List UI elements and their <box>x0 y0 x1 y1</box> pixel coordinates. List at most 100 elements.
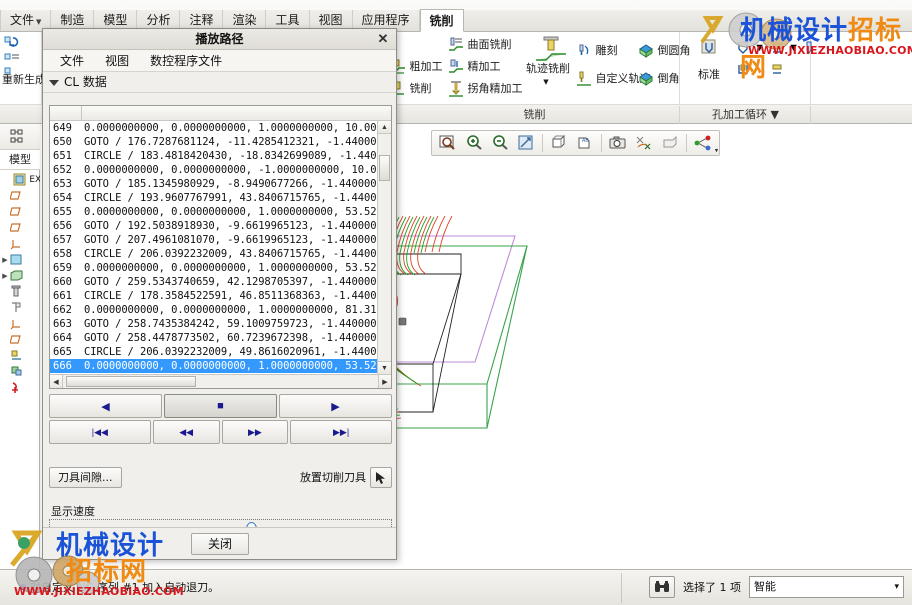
play-button[interactable]: ▶ <box>279 394 392 418</box>
rewind-button[interactable]: ◀◀ <box>152 420 220 444</box>
chevron-down-icon[interactable]: ▼ <box>788 42 799 54</box>
cmd-surface-milling[interactable]: 曲面铣削 <box>448 36 512 53</box>
standard-drill-icon[interactable] <box>696 38 722 64</box>
tool-clearance-button[interactable]: 刀具间隙... <box>49 467 122 488</box>
counterbore-icon[interactable] <box>769 62 785 78</box>
tree-item-nc-sequence-2[interactable] <box>0 364 40 380</box>
zoom-out-button[interactable] <box>488 132 512 154</box>
play-path-dialog[interactable]: 播放路径 ✕ 文件 视图 数控程序文件 CL 数据 649 0.00000000… <box>42 28 397 560</box>
chevron-down-icon[interactable]: ▼ <box>754 42 765 54</box>
cl-horizontal-scrollbar[interactable]: ◀ ▶ <box>50 374 391 388</box>
selection-tool-button[interactable] <box>649 576 675 598</box>
scrollbar-thumb[interactable] <box>379 155 390 181</box>
place-cutting-tool-button[interactable] <box>370 467 392 488</box>
cmd-finish-machining[interactable]: 精加工 <box>448 58 501 75</box>
model-tree-tab[interactable]: 模型 <box>0 150 40 170</box>
table-row[interactable]: 659 0.0000000000, 0.0000000000, 1.000000… <box>50 261 377 275</box>
tree-item-coord-system[interactable] <box>0 236 40 252</box>
tree-item-operation[interactable] <box>0 300 40 316</box>
drill-cycle2-icon[interactable] <box>735 62 751 78</box>
cmd-engrave[interactable]: 雕刻 <box>576 42 618 59</box>
tree-item-insert-here[interactable] <box>0 380 40 396</box>
tree-item-part[interactable]: EXT <box>0 172 40 188</box>
table-row[interactable]: 665 CIRCLE / 206.0392232009, 49.861602096… <box>50 345 377 359</box>
part-icon <box>13 173 26 186</box>
display-style-button[interactable]: ▾ <box>547 132 718 154</box>
dialog-menu-file[interactable]: 文件 <box>51 50 93 72</box>
selection-filter-combo[interactable]: 智能 ▾ <box>749 576 904 598</box>
dialog-menu-nc-program-file[interactable]: 数控程序文件 <box>141 50 231 72</box>
zoom-in-button[interactable] <box>462 132 486 154</box>
tree-item-workpiece-1[interactable]: ▶ <box>0 252 40 268</box>
table-row[interactable]: 649 0.0000000000, 0.0000000000, 1.000000… <box>50 121 377 135</box>
tree-expander[interactable]: ▶ <box>0 252 10 268</box>
finish-machining-icon <box>448 59 464 75</box>
table-row[interactable]: 650 GOTO / 176.7287681124, -11.4285412321… <box>50 135 377 149</box>
table-row[interactable]: 664 GOTO / 258.4478773502, 60.7239672398,… <box>50 331 377 345</box>
scroll-left-icon[interactable]: ◀ <box>50 375 63 388</box>
tree-item-datum-plane-1[interactable] <box>0 188 40 204</box>
view-manager-button[interactable] <box>691 132 715 154</box>
tree-item-datum-plane-3[interactable] <box>0 220 40 236</box>
step-back-button[interactable]: ◀ <box>49 394 162 418</box>
chevron-down-icon[interactable]: ▾ <box>894 577 899 597</box>
table-row[interactable]: 652 0.0000000000, 0.0000000000, -1.00000… <box>50 163 377 177</box>
countersink-icon[interactable] <box>769 40 785 56</box>
layer-button[interactable] <box>658 132 682 154</box>
cmd-corner-finish[interactable]: 拐角精加工 <box>448 80 523 97</box>
table-row[interactable]: 651 CIRCLE / 183.4818420430, -18.83426990… <box>50 149 377 163</box>
dialog-menu-view[interactable]: 视图 <box>96 50 138 72</box>
table-row[interactable]: 663 GOTO / 258.7435384242, 59.1009759723,… <box>50 317 377 331</box>
forward-button[interactable]: ▶▶ <box>221 420 289 444</box>
tab-milling[interactable]: 铣削 <box>419 9 464 32</box>
tree-item-nc-sequence-1[interactable] <box>0 348 40 364</box>
tap-icon[interactable] <box>801 40 817 56</box>
tree-item-workpiece-2[interactable]: ▶ <box>0 268 40 284</box>
cl-data-section-header[interactable]: CL 数据 <box>43 72 396 93</box>
snapshot-button[interactable] <box>606 132 630 154</box>
tree-item-datum-plane-2[interactable] <box>0 204 40 220</box>
cl-table-rows[interactable]: 649 0.0000000000, 0.0000000000, 1.000000… <box>50 121 377 374</box>
tree-expander[interactable]: ▶ <box>0 268 10 284</box>
datum-display-button[interactable]: ▾ <box>632 132 718 154</box>
stop-button[interactable]: ■ <box>164 394 277 418</box>
close-button[interactable]: 关闭 <box>191 533 249 555</box>
tree-item-tool[interactable] <box>0 284 40 300</box>
cl-data-table[interactable]: 649 0.0000000000, 0.0000000000, 1.000000… <box>49 105 392 389</box>
scroll-right-icon[interactable]: ▶ <box>378 375 391 388</box>
last-button[interactable]: ▶▶| <box>290 420 392 444</box>
table-row[interactable]: 660 GOTO / 259.5343740659, 42.1298705397,… <box>50 275 377 289</box>
chevron-down-icon[interactable]: ▼ <box>543 78 548 86</box>
group-label-hole-cycle[interactable]: 孔加工循环 ▼ <box>681 106 811 124</box>
tree-filter-icon[interactable] <box>10 129 28 148</box>
scroll-up-icon[interactable]: ▲ <box>378 121 391 134</box>
drill-cycle-icon[interactable] <box>735 40 751 56</box>
regenerate-label[interactable]: 重新生成 <box>2 74 46 86</box>
scrollbar-thumb[interactable] <box>66 376 196 387</box>
scroll-down-icon[interactable]: ▼ <box>378 361 391 374</box>
refit-button[interactable] <box>514 132 538 154</box>
tree-item-datum-plane-4[interactable] <box>0 332 40 348</box>
cl-vertical-scrollbar[interactable]: ▲ ▼ <box>377 121 391 374</box>
cmd-chamfer[interactable]: 倒角 <box>638 70 680 87</box>
zoom-window-button[interactable] <box>436 132 460 154</box>
cmd-rough-machining[interactable]: 粗加工 <box>390 58 443 75</box>
table-row[interactable]: 653 GOTO / 185.1345980929, -8.9490677266,… <box>50 177 377 191</box>
table-row[interactable]: 658 CIRCLE / 206.0392232009, 43.840671576… <box>50 247 377 261</box>
table-row[interactable]: 661 CIRCLE / 178.3584522591, 46.851136836… <box>50 289 377 303</box>
cmd-standard-label[interactable]: 标准 <box>689 66 729 82</box>
dialog-titlebar[interactable]: 播放路径 ✕ <box>43 29 396 50</box>
tree-item-coord-system-2[interactable] <box>0 316 40 332</box>
annotation-display-button[interactable]: AB ▾ <box>573 132 718 154</box>
table-row[interactable]: 657 GOTO / 207.4961081070, -9.6619965123,… <box>50 233 377 247</box>
group-label-mill[interactable]: 铣削 <box>390 106 680 124</box>
table-row[interactable]: 655 0.0000000000, 0.0000000000, 1.000000… <box>50 205 377 219</box>
table-row-selected[interactable]: 666 0.0000000000, 0.0000000000, 1.000000… <box>50 359 377 373</box>
regenerate-icon[interactable] <box>4 36 20 52</box>
close-icon[interactable]: ✕ <box>375 31 391 47</box>
table-row[interactable]: 656 GOTO / 192.5038918930, -9.6619965123,… <box>50 219 377 233</box>
first-button[interactable]: |◀◀ <box>49 420 151 444</box>
table-row[interactable]: 662 0.0000000000, 0.0000000000, 1.000000… <box>50 303 377 317</box>
table-row[interactable]: 654 CIRCLE / 193.9607767991, 43.840671576… <box>50 191 377 205</box>
cmd-trajectory-milling[interactable]: 轨迹铣削 ▼ <box>526 36 570 87</box>
